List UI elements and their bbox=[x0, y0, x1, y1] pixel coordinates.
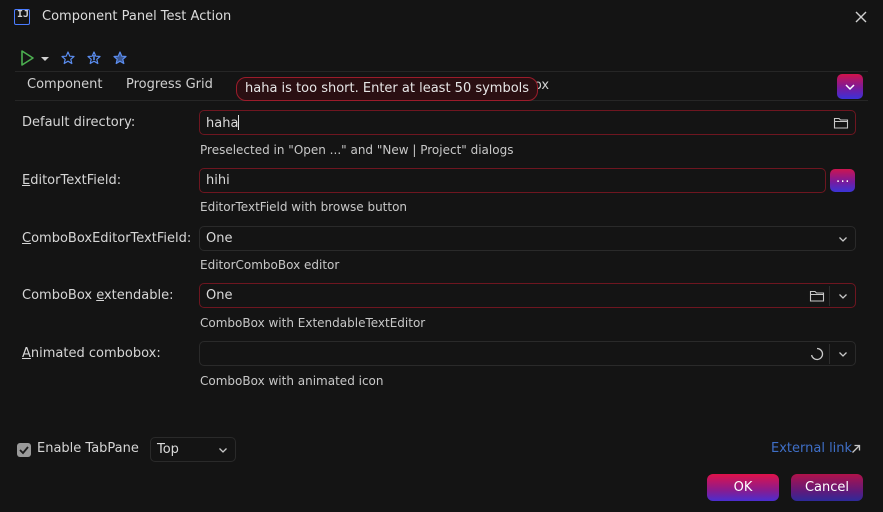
tabs-overflow-button[interactable] bbox=[837, 74, 863, 99]
text-caret bbox=[238, 115, 240, 130]
animated-combobox-label-rest: nimated combobox: bbox=[30, 346, 161, 361]
chevron-down-icon[interactable] bbox=[835, 346, 851, 362]
cancel-button[interactable]: Cancel bbox=[791, 474, 863, 501]
enable-tabpane-checkbox[interactable] bbox=[17, 443, 31, 457]
ok-button[interactable]: OK bbox=[707, 474, 779, 501]
combobox-editor-field[interactable]: One bbox=[199, 226, 856, 251]
spinner-icon bbox=[809, 346, 825, 362]
chevron-down-icon[interactable] bbox=[835, 288, 851, 304]
combobox-extendable-hint: ComboBox with ExtendableTextEditor bbox=[200, 316, 426, 330]
checkmark-icon bbox=[19, 446, 29, 455]
animated-combobox-label: Animated combobox: bbox=[22, 346, 161, 361]
default-directory-hint: Preselected in "Open ..." and "New | Pro… bbox=[200, 143, 514, 157]
combobox-extendable-label-pre: ComboBox bbox=[22, 288, 97, 303]
app-icon: IJ bbox=[14, 9, 30, 25]
combobox-extendable-label: ComboBox extendable: bbox=[22, 288, 173, 303]
editor-text-field[interactable]: hihi bbox=[199, 168, 826, 193]
editor-text-field-hint: EditorTextField with browse button bbox=[200, 200, 408, 214]
default-directory-value: haha bbox=[206, 116, 239, 131]
animated-combobox-field[interactable] bbox=[199, 341, 856, 366]
combobox-extendable-value: One bbox=[206, 288, 233, 303]
external-link[interactable]: External link bbox=[771, 441, 852, 456]
star-outline-icon bbox=[61, 51, 75, 65]
run-button[interactable] bbox=[19, 49, 37, 67]
external-arrow-icon[interactable] bbox=[850, 443, 862, 459]
editor-text-field-label-rest: ditorTextField: bbox=[30, 173, 122, 188]
star-half-button[interactable] bbox=[85, 49, 103, 67]
combobox-editor-label-rest: omboBoxEditorTextField: bbox=[31, 231, 192, 246]
browse-button-label: ... bbox=[836, 171, 850, 186]
combobox-extendable-label-rest: xtendable: bbox=[103, 288, 174, 303]
animated-combobox-mnemonic: A bbox=[22, 346, 31, 361]
run-icon bbox=[21, 50, 34, 66]
combobox-editor-value: One bbox=[206, 231, 233, 246]
chevron-down-icon[interactable] bbox=[835, 231, 851, 247]
chevron-down-icon bbox=[41, 57, 49, 61]
tab-placement-value: Top bbox=[157, 442, 179, 457]
default-directory-field[interactable]: haha bbox=[199, 110, 856, 135]
combobox-editor-mnemonic: C bbox=[22, 231, 32, 246]
close-button[interactable] bbox=[850, 6, 872, 28]
tab-placement-select[interactable]: Top bbox=[150, 437, 236, 462]
run-dropdown-button[interactable] bbox=[38, 49, 52, 67]
browse-button[interactable]: ... bbox=[830, 169, 855, 192]
combobox-extendable-mnemonic: e bbox=[96, 288, 104, 303]
editor-text-field-mnemonic: E bbox=[22, 173, 31, 188]
star-outline-button[interactable] bbox=[59, 49, 77, 67]
tab-progress-grid[interactable]: Progress Grid bbox=[126, 77, 213, 92]
combobox-editor-label: ComboBoxEditorTextField: bbox=[22, 231, 191, 246]
tab-component[interactable]: Component bbox=[27, 77, 102, 92]
combobox-extendable-field[interactable]: One bbox=[199, 283, 856, 308]
close-icon bbox=[855, 11, 867, 23]
chevron-down-icon bbox=[845, 84, 855, 91]
animated-combobox-hint: ComboBox with animated icon bbox=[200, 374, 384, 388]
star-filled-icon bbox=[113, 51, 127, 65]
default-directory-label: Default directory: bbox=[22, 115, 136, 130]
editor-text-field-value: hihi bbox=[206, 173, 230, 188]
star-filled-button[interactable] bbox=[111, 49, 129, 67]
chevron-down-icon bbox=[217, 444, 229, 460]
window-title: Component Panel Test Action bbox=[42, 9, 232, 24]
enable-tabpane-label[interactable]: Enable TabPane bbox=[37, 441, 139, 456]
editor-text-field-label: EditorTextField: bbox=[22, 173, 121, 188]
folder-icon[interactable] bbox=[833, 115, 849, 131]
combobox-editor-hint: EditorComboBox editor bbox=[200, 258, 340, 272]
folder-icon[interactable] bbox=[809, 288, 825, 304]
validation-tooltip: haha is too short. Enter at least 50 sym… bbox=[236, 77, 539, 101]
star-half-icon bbox=[87, 51, 101, 65]
